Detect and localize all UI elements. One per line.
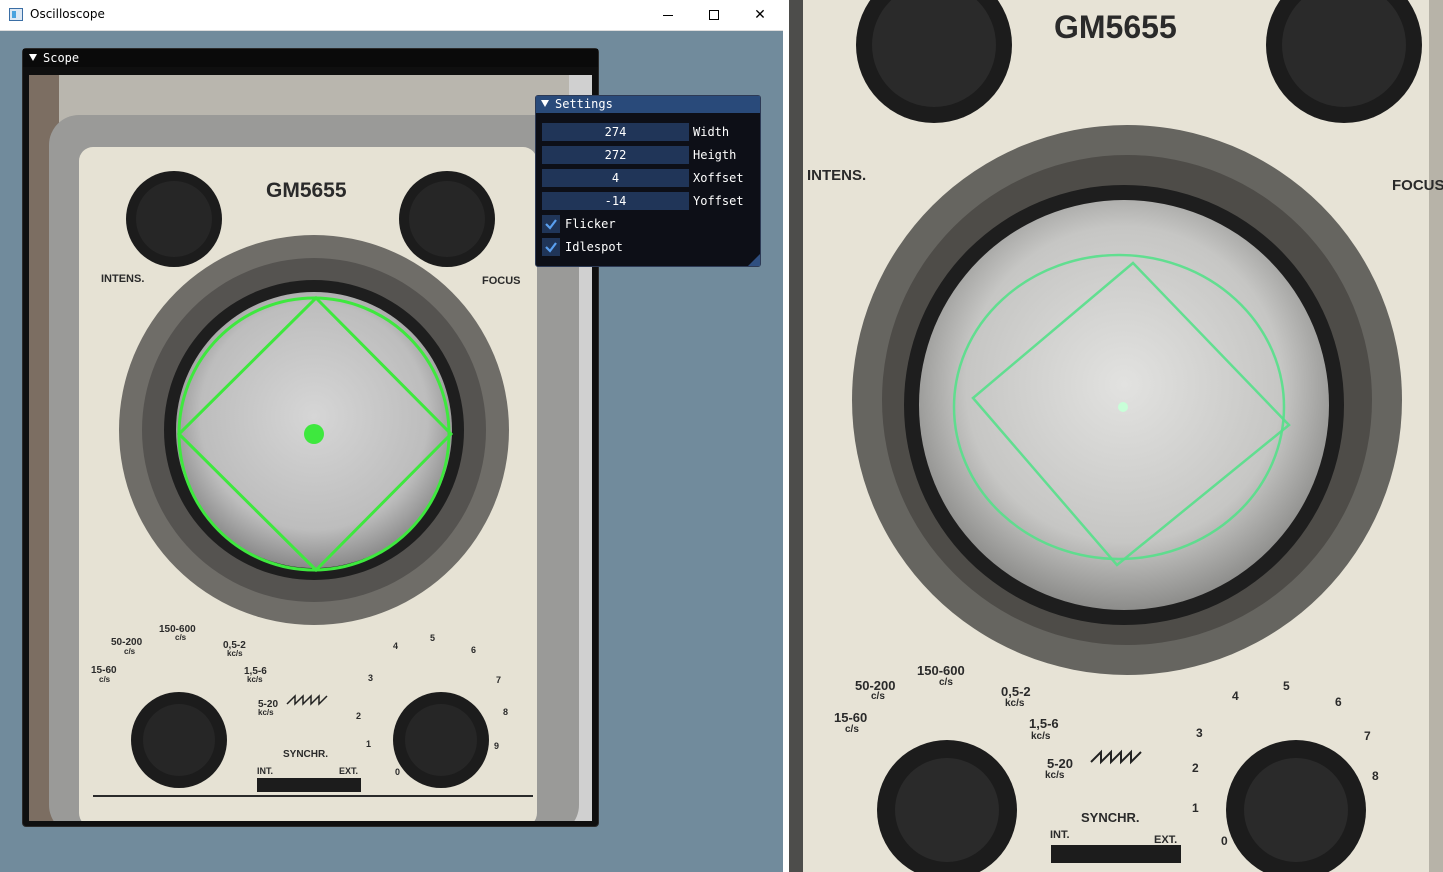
svg-text:0: 0: [395, 767, 400, 777]
real-oscilloscope-photo: GM5655 INTENS. FOCUS 15-60c/s 50-200c/s …: [789, 0, 1443, 872]
app-icon: [9, 8, 23, 21]
checkmark-icon: [545, 219, 557, 230]
svg-text:c/s: c/s: [939, 677, 953, 688]
idle-spot: [304, 424, 324, 444]
svg-text:SYNCHR.: SYNCHR.: [1081, 810, 1140, 825]
flicker-checkbox[interactable]: [542, 215, 560, 233]
close-button[interactable]: ✕: [737, 0, 783, 31]
svg-text:6: 6: [471, 645, 476, 655]
svg-text:5: 5: [1283, 679, 1290, 693]
scope-panel[interactable]: Scope GM5655 INTENS. FOCUS 15-60 c/s 50-…: [22, 48, 599, 827]
minimize-button[interactable]: [645, 0, 691, 31]
svg-text:5: 5: [430, 633, 435, 643]
svg-text:2: 2: [1192, 761, 1199, 775]
sync-switch: [257, 778, 361, 792]
scope-panel-title: Scope: [43, 51, 80, 65]
oscilloscope-photo: GM5655 INTENS. FOCUS 15-60c/s 50-200c/s …: [29, 75, 592, 821]
range-label: kc/s: [247, 675, 263, 684]
svg-text:3: 3: [368, 673, 373, 683]
svg-text:FOCUS: FOCUS: [1392, 177, 1443, 194]
svg-text:15-60: 15-60: [834, 710, 867, 725]
range-label: kc/s: [227, 649, 243, 658]
svg-text:c/s: c/s: [871, 691, 885, 702]
svg-text:2: 2: [356, 711, 361, 721]
idlespot-label: Idlespot: [565, 240, 623, 254]
svg-text:6: 6: [1335, 695, 1342, 709]
title-bar[interactable]: Oscilloscope ✕: [0, 0, 783, 31]
svg-text:INT.: INT.: [1050, 829, 1070, 841]
yoffset-field[interactable]: -14: [542, 192, 689, 210]
synchr-label: SYNCHR.: [283, 749, 328, 760]
svg-text:0: 0: [1221, 834, 1228, 848]
svg-text:4: 4: [393, 641, 398, 651]
svg-text:0,5-2: 0,5-2: [1001, 684, 1031, 699]
svg-text:4: 4: [1232, 689, 1239, 703]
height-field[interactable]: 272: [542, 146, 689, 164]
svg-text:c/s: c/s: [845, 724, 859, 735]
maximize-button[interactable]: [691, 0, 737, 31]
scope-panel-header[interactable]: Scope: [23, 49, 598, 67]
maximize-icon: [709, 10, 719, 20]
checkmark-icon: [545, 242, 557, 253]
xoffset-label: Xoffset: [693, 171, 744, 185]
svg-text:7: 7: [1364, 729, 1371, 743]
svg-text:5-20: 5-20: [1047, 756, 1073, 771]
intens-label: INTENS.: [101, 273, 144, 285]
svg-text:INTENS.: INTENS.: [807, 167, 866, 184]
reference-photo: GM5655 INTENS. FOCUS 15-60 c/s 50-200 c/s …: [789, 0, 1443, 872]
svg-text:150-600: 150-600: [917, 663, 965, 678]
range-label: c/s: [124, 647, 136, 656]
focus-label: FOCUS: [482, 275, 521, 287]
range-label: c/s: [99, 675, 111, 684]
oscilloscope-window: Oscilloscope ✕ Scope GM5655 INTENS. FOCU…: [0, 0, 783, 872]
collapse-triangle-icon[interactable]: [541, 100, 549, 107]
svg-text:EXT.: EXT.: [1154, 834, 1177, 846]
yoffset-label: Yoffset: [693, 194, 744, 208]
brand-label-right: GM5655: [1054, 9, 1177, 45]
svg-text:8: 8: [503, 707, 508, 717]
range-label: c/s: [175, 633, 187, 642]
xoffset-field[interactable]: 4: [542, 169, 689, 187]
svg-text:kc/s: kc/s: [1045, 770, 1065, 781]
svg-text:INT.: INT.: [257, 766, 273, 776]
svg-text:7: 7: [496, 675, 501, 685]
brand-label: GM5655: [266, 179, 347, 202]
svg-text:3: 3: [1196, 726, 1203, 740]
svg-text:EXT.: EXT.: [339, 766, 358, 776]
settings-title: Settings: [555, 97, 613, 111]
height-label: Heigth: [693, 148, 737, 162]
minimize-icon: [663, 15, 673, 16]
svg-text:1,5-6: 1,5-6: [1029, 716, 1059, 731]
width-label: Width: [693, 125, 730, 139]
idlespot-checkbox[interactable]: [542, 238, 560, 256]
svg-text:kc/s: kc/s: [1005, 698, 1025, 709]
flicker-label: Flicker: [565, 217, 616, 231]
svg-text:9: 9: [494, 741, 499, 751]
svg-text:1: 1: [366, 739, 371, 749]
scope-photo: GM5655 INTENS. FOCUS 15-60 c/s 50-200 c/…: [29, 75, 592, 821]
close-icon: ✕: [754, 7, 766, 23]
collapse-triangle-icon[interactable]: [29, 54, 37, 61]
svg-text:kc/s: kc/s: [1031, 731, 1051, 742]
range-label: kc/s: [258, 708, 274, 717]
settings-panel[interactable]: Settings 274 Width 272 Heigth 4 Xoffset …: [535, 95, 761, 267]
svg-text:1: 1: [1192, 801, 1199, 815]
svg-text:8: 8: [1372, 769, 1379, 783]
window-title: Oscilloscope: [30, 7, 105, 21]
settings-header[interactable]: Settings: [536, 96, 760, 113]
resize-grip[interactable]: [748, 254, 760, 266]
width-field[interactable]: 274: [542, 123, 689, 141]
